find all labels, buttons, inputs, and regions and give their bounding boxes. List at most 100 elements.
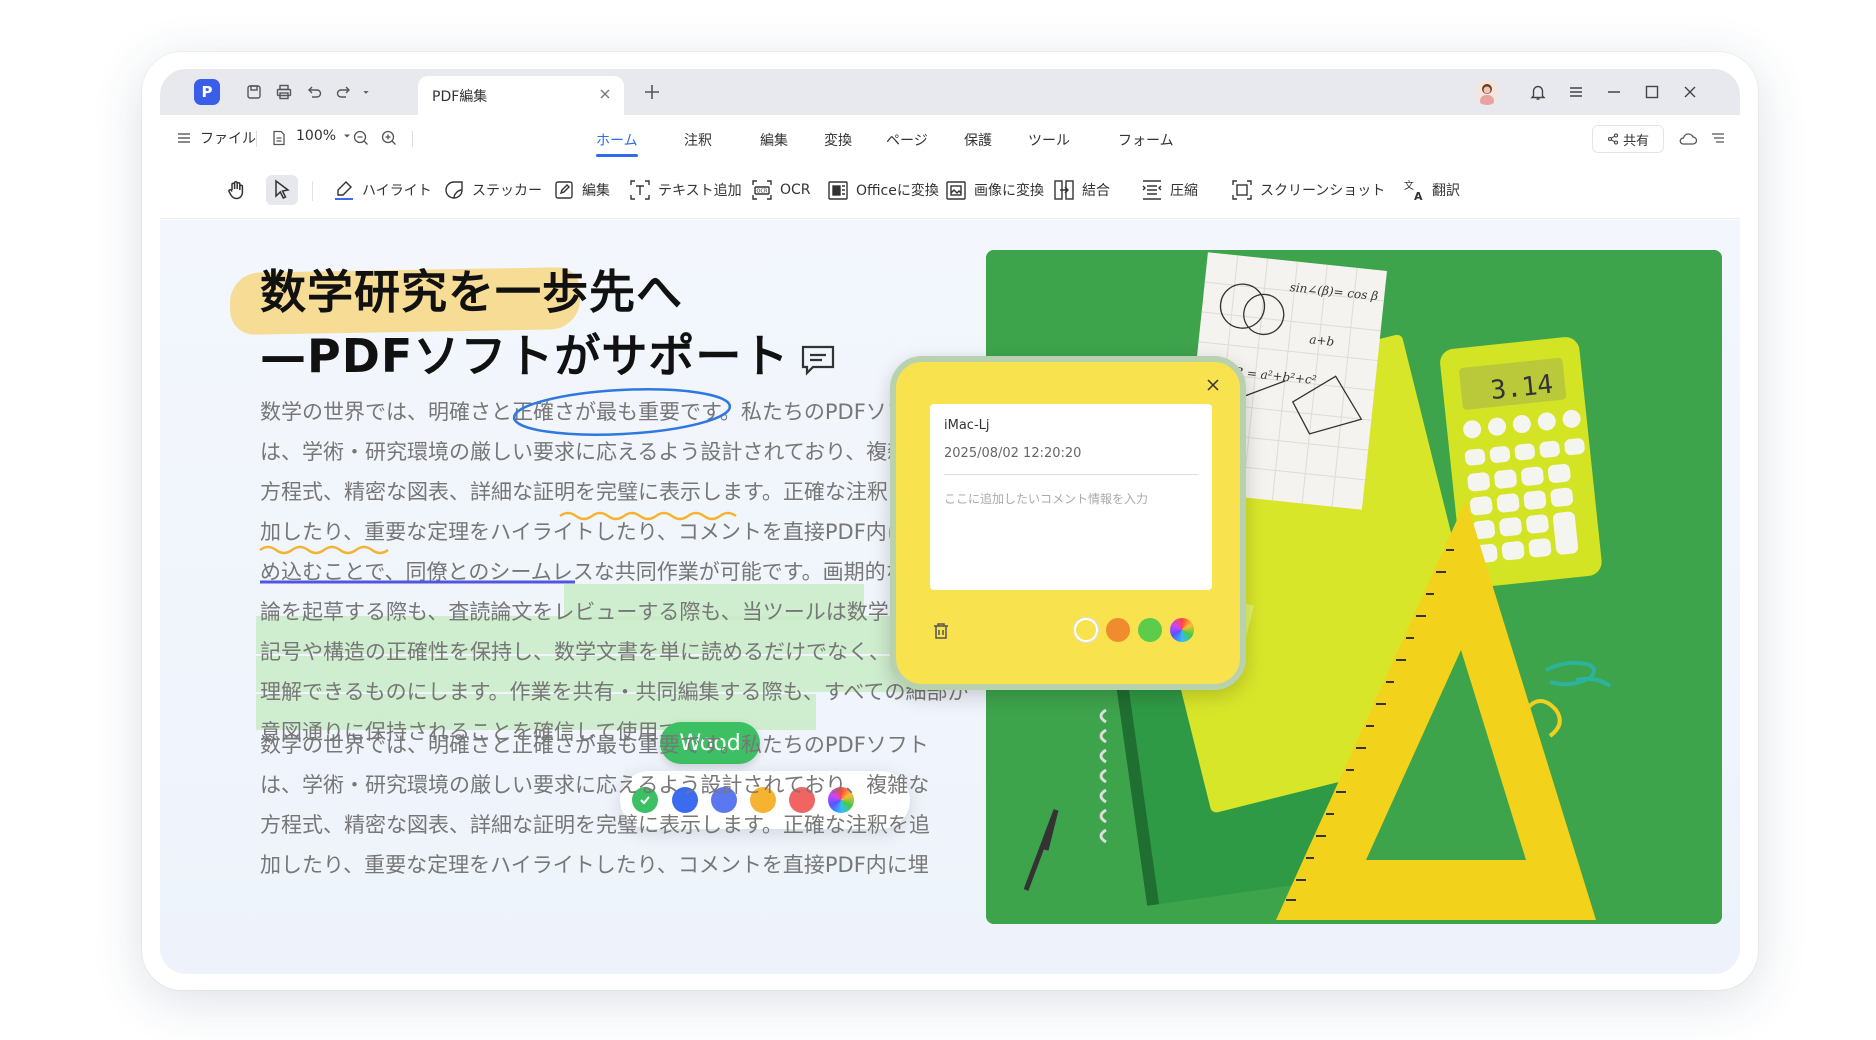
share-icon — [1607, 133, 1619, 145]
office-convert-label: Officeに変換 — [856, 183, 939, 199]
highlight-button[interactable]: ハイライト — [332, 175, 432, 205]
ocr-label: OCR — [780, 182, 811, 198]
screenshot-button[interactable]: スクリーンショット — [1230, 175, 1385, 205]
new-tab-icon[interactable] — [640, 80, 664, 104]
app-window: P PDF編集 ファイル 100% ホーム 注釈 編集 変換 ページ 保護 ツー… — [142, 52, 1758, 990]
share-label: 共有 — [1622, 133, 1649, 149]
tab-annotate[interactable]: 注釈 — [684, 130, 712, 150]
paragraph-line: は、学術・研究環境の厳しい要求に応えるよう設計されており、複雑な — [260, 773, 930, 797]
avatar[interactable] — [1474, 79, 1500, 105]
wavy-underline-annotation — [259, 545, 389, 555]
tab-home[interactable]: ホーム — [596, 130, 638, 157]
notification-bell-icon[interactable] — [1526, 80, 1550, 104]
sticker-label: ステッカー — [472, 183, 542, 199]
divider — [412, 131, 413, 147]
print-icon[interactable] — [272, 80, 296, 104]
svg-text:a+b: a+b — [1309, 332, 1335, 349]
document-view[interactable]: 数学研究を一歩先へ —PDFソフトがサポート 数学の世界では、明確さと正確さが最… — [160, 220, 1740, 974]
edit-button[interactable]: 編集 — [552, 175, 610, 205]
note-color-orange[interactable] — [1106, 618, 1130, 642]
merge-button[interactable]: 結合 — [1052, 175, 1110, 205]
document-tab-title: PDF編集 — [432, 89, 488, 105]
chevron-down-icon — [344, 134, 351, 138]
image-convert-button[interactable]: 画像に変換 — [944, 175, 1044, 205]
translate-button[interactable]: 文A 翻訳 — [1402, 175, 1460, 205]
app-frame: P PDF編集 ファイル 100% ホーム 注釈 編集 変換 ページ 保護 ツー… — [160, 69, 1740, 974]
divider — [256, 131, 257, 147]
menu-lines-icon — [178, 133, 190, 143]
comment-note-popup[interactable]: iMac-Lj 2025/08/02 12:20:20 ここに追加したいコメント… — [890, 356, 1246, 690]
zoom-in-icon[interactable] — [380, 129, 398, 147]
note-color-custom[interactable] — [1170, 618, 1194, 642]
close-note-icon[interactable] — [1204, 376, 1222, 394]
collapse-ribbon-icon[interactable] — [1710, 130, 1726, 146]
paragraph-line: 数学の世界では、明確さと正確さが最も重要です。私たちのPDFソフト — [260, 733, 929, 757]
close-tab-icon[interactable] — [596, 85, 614, 103]
tab-form[interactable]: フォーム — [1118, 130, 1174, 150]
zoom-value: 100% — [296, 128, 337, 144]
comment-input[interactable]: ここに追加したいコメント情報を入力 — [944, 490, 1148, 507]
highlighter-icon — [335, 181, 353, 200]
compress-icon — [1142, 180, 1162, 200]
app-logo-icon[interactable]: P — [194, 79, 220, 105]
office-convert-icon — [828, 181, 848, 200]
paragraph-line: 加したり、重要な定理をハイライトしたり、コメントを直接PDF内に埋 — [260, 853, 929, 877]
image-convert-icon — [946, 181, 966, 200]
cloud-icon[interactable] — [1678, 131, 1698, 147]
trash-icon[interactable] — [930, 620, 952, 642]
file-menu[interactable]: ファイル — [176, 128, 256, 148]
redo-icon[interactable] — [332, 80, 356, 104]
menu-bar: ファイル 100% ホーム 注釈 編集 変換 ページ 保護 ツール フォーム 共… — [160, 115, 1740, 161]
comment-card: iMac-Lj 2025/08/02 12:20:20 ここに追加したいコメント… — [930, 404, 1212, 590]
tab-protect[interactable]: 保護 — [964, 130, 992, 150]
tab-page[interactable]: ページ — [886, 130, 928, 150]
note-color-green[interactable] — [1138, 618, 1162, 642]
svg-text:A: A — [1414, 190, 1423, 202]
undo-icon[interactable] — [302, 80, 326, 104]
document-tab[interactable]: PDF編集 — [418, 76, 624, 115]
svg-text:OCR: OCR — [757, 189, 768, 195]
tab-convert[interactable]: 変換 — [824, 130, 852, 150]
tab-edit[interactable]: 編集 — [760, 130, 788, 150]
divider — [944, 474, 1198, 475]
compress-label: 圧縮 — [1170, 183, 1198, 199]
merge-label: 結合 — [1082, 183, 1110, 199]
merge-icon — [1054, 180, 1074, 200]
page-view-icon[interactable] — [270, 129, 288, 147]
edit-label: 編集 — [582, 183, 610, 199]
add-text-icon — [630, 180, 650, 200]
select-tool-button[interactable] — [266, 175, 298, 205]
ocr-icon: OCR — [752, 180, 772, 200]
comment-author: iMac-Lj — [944, 418, 990, 433]
zoom-out-icon[interactable] — [352, 129, 370, 147]
sticker-icon — [445, 181, 463, 199]
save-icon[interactable] — [242, 80, 266, 104]
hamburger-menu-icon[interactable] — [1564, 80, 1588, 104]
ocr-button[interactable]: OCR OCR — [750, 175, 811, 205]
file-menu-label: ファイル — [200, 131, 256, 147]
image-convert-label: 画像に変換 — [974, 183, 1044, 199]
paragraph-line: 方程式、精密な図表、詳細な証明を完璧に表示します。正確な注釈を追 — [260, 813, 930, 837]
quick-access-dropdown-icon[interactable] — [358, 80, 374, 104]
paragraph-2: 数学の世界では、明確さと正確さが最も重要です。私たちのPDFソフト は、学術・研… — [260, 725, 980, 885]
minimize-icon[interactable] — [1602, 80, 1626, 104]
zoom-select[interactable]: 100% — [296, 128, 352, 144]
hand-tool-button[interactable] — [224, 175, 248, 205]
note-color-yellow[interactable] — [1074, 618, 1098, 642]
compress-button[interactable]: 圧縮 — [1140, 175, 1198, 205]
add-text-label: テキスト追加 — [658, 183, 742, 199]
ribbon-toolbar: ハイライト ステッカー 編集 テキスト追加 OCR OCR Officeに変換 … — [160, 161, 1740, 219]
title-bar: P PDF編集 — [160, 69, 1740, 115]
add-text-button[interactable]: テキスト追加 — [628, 175, 742, 205]
translate-icon: 文A — [1404, 179, 1423, 202]
sticker-button[interactable]: ステッカー — [442, 175, 542, 205]
share-button[interactable]: 共有 — [1592, 125, 1664, 153]
office-convert-button[interactable]: Officeに変換 — [826, 175, 939, 205]
cursor-icon — [275, 179, 290, 199]
screenshot-icon — [1232, 180, 1252, 200]
tab-tools[interactable]: ツール — [1028, 130, 1070, 150]
screenshot-label: スクリーンショット — [1260, 183, 1386, 199]
maximize-icon[interactable] — [1640, 80, 1664, 104]
circle-annotation — [512, 388, 732, 436]
close-window-icon[interactable] — [1678, 80, 1702, 104]
